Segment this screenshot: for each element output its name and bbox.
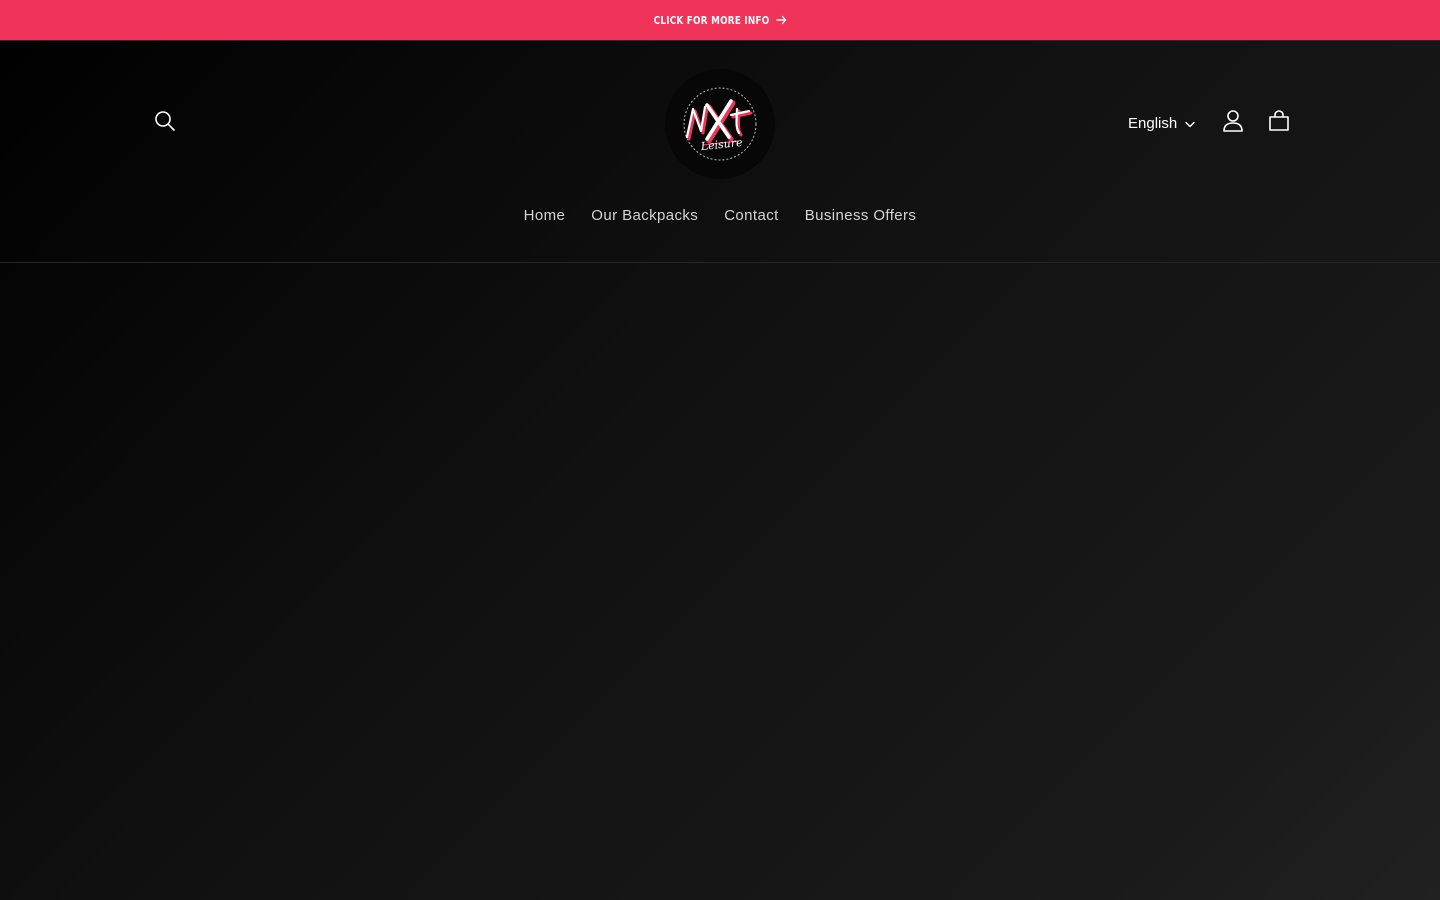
cart-button[interactable] (1259, 103, 1299, 143)
nav-item-contact[interactable]: Contact (724, 207, 779, 224)
nav-item-home[interactable]: Home (524, 207, 566, 224)
language-selector[interactable]: English (1128, 111, 1195, 135)
announcement-text: CLICK FOR MORE INFO (653, 13, 770, 27)
site-logo[interactable]: Leisure (665, 69, 775, 179)
search-button[interactable] (145, 103, 185, 143)
account-button[interactable] (1213, 103, 1253, 143)
logo-image: Leisure (683, 87, 757, 161)
announcement-link[interactable]: CLICK FOR MORE INFO (653, 14, 786, 27)
site-header: Leisure English Home Our Backpacks Conta… (0, 41, 1440, 263)
nav-item-our-backpacks[interactable]: Our Backpacks (591, 207, 698, 224)
chevron-down-icon (1185, 115, 1195, 132)
search-icon (154, 110, 176, 137)
cart-icon (1268, 109, 1290, 137)
arrow-right-icon (775, 15, 787, 25)
main-content (0, 263, 1440, 900)
user-icon (1222, 109, 1244, 138)
language-label: English (1128, 114, 1178, 132)
nav-item-business-offers[interactable]: Business Offers (805, 207, 917, 224)
main-navigation: Home Our Backpacks Contact Business Offe… (0, 207, 1440, 224)
announcement-bar: CLICK FOR MORE INFO (0, 0, 1440, 41)
